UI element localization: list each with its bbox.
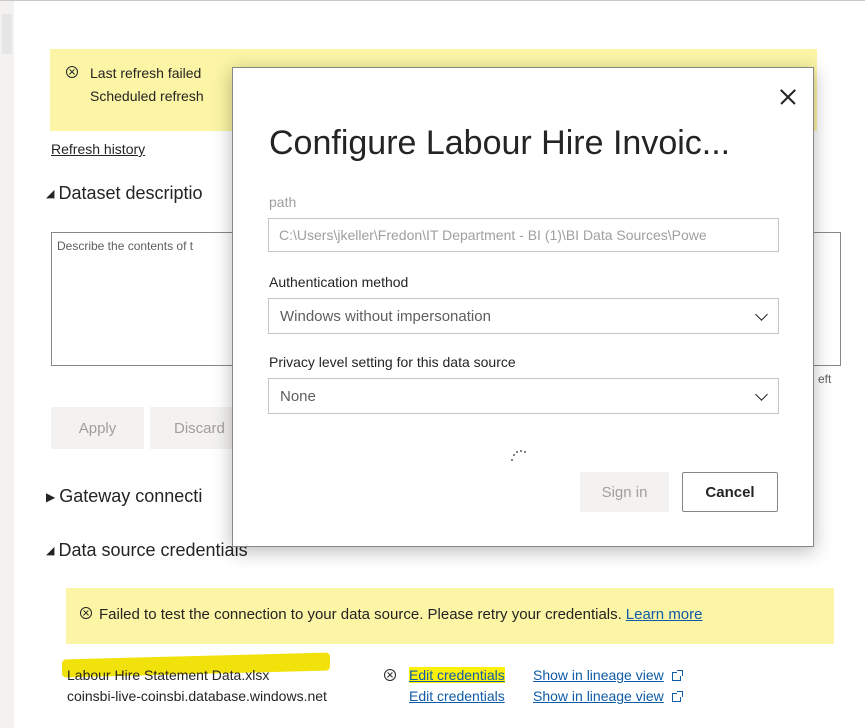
triangle-expand-icon: ▶ [46, 490, 56, 504]
path-input[interactable] [269, 219, 778, 251]
triangle-collapse-icon: ◢ [46, 545, 55, 557]
scheduled-refresh-text: Scheduled refresh [90, 88, 204, 104]
error-circle-icon [384, 669, 396, 681]
characters-left-text: eft [818, 372, 832, 386]
authentication-method-value: Windows without impersonation [280, 308, 491, 325]
refresh-history-link[interactable]: Refresh history [51, 141, 145, 157]
sign-in-button[interactable]: Sign in [580, 472, 669, 512]
path-field[interactable] [268, 218, 779, 252]
close-icon[interactable] [777, 86, 799, 108]
data-source-credentials-heading[interactable]: ◢ Data source credentials [46, 540, 248, 561]
error-circle-icon [66, 66, 78, 78]
data-source-name: coinsbi-live-coinsbi.database.windows.ne… [67, 688, 327, 704]
left-scroll-strip [0, 0, 14, 728]
credentials-warning-text: Failed to test the connection to your da… [99, 606, 703, 623]
gateway-connection-heading[interactable]: ▶ Gateway connecti [46, 486, 202, 507]
error-circle-icon [80, 607, 92, 619]
edit-credentials-link[interactable]: Edit credentials [409, 667, 505, 683]
description-placeholder: Describe the contents of t [57, 239, 194, 253]
chevron-down-icon [755, 308, 768, 321]
lineage-link-row[interactable]: Show in lineage view [533, 688, 683, 706]
privacy-level-value: None [280, 388, 316, 405]
loading-spinner-icon [511, 448, 527, 464]
privacy-level-select[interactable]: None [268, 378, 779, 414]
show-in-lineage-view-link[interactable]: Show in lineage view [533, 688, 664, 704]
last-refresh-failed-text: Last refresh failed [90, 65, 202, 81]
external-link-icon [671, 670, 683, 681]
top-divider [0, 0, 865, 1]
authentication-method-select[interactable]: Windows without impersonation [268, 298, 779, 334]
show-in-lineage-view-link[interactable]: Show in lineage view [533, 667, 664, 683]
path-label: path [269, 194, 297, 210]
dialog-title: Configure Labour Hire Invoic... [269, 124, 731, 162]
chevron-down-icon [755, 388, 768, 401]
external-link-icon [671, 691, 683, 702]
cancel-button[interactable]: Cancel [682, 472, 778, 512]
scroll-thumb[interactable] [2, 14, 12, 54]
lineage-link-row[interactable]: Show in lineage view [533, 667, 683, 685]
apply-button[interactable]: Apply [51, 407, 144, 449]
configure-data-source-dialog: Configure Labour Hire Invoic... path Aut… [232, 67, 814, 547]
privacy-level-label: Privacy level setting for this data sour… [269, 354, 516, 370]
credentials-warning-banner: Failed to test the connection to your da… [66, 588, 834, 644]
edit-credentials-link[interactable]: Edit credentials [409, 688, 505, 704]
learn-more-link[interactable]: Learn more [626, 606, 703, 623]
data-source-name: Labour Hire Statement Data.xlsx [67, 667, 270, 683]
dataset-description-heading[interactable]: ◢ Dataset descriptio [46, 183, 203, 204]
triangle-collapse-icon: ◢ [46, 188, 55, 200]
authentication-method-label: Authentication method [269, 274, 409, 290]
